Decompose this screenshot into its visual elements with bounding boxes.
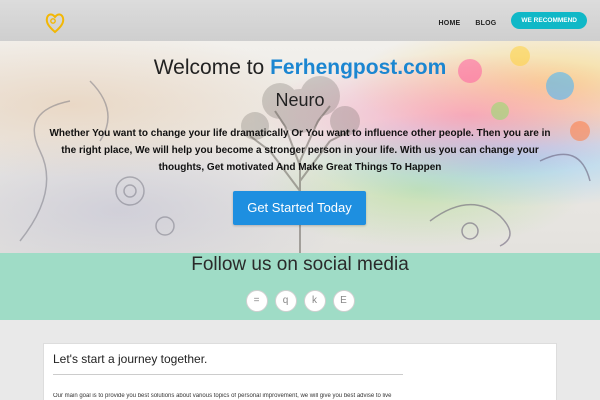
nav-blog-link[interactable]: BLOG — [475, 20, 496, 27]
card-divider — [53, 374, 403, 375]
social-icon-3[interactable]: k — [303, 290, 326, 312]
nav-menu: HOME BLOG WE RECOMMEND — [439, 12, 587, 29]
social-title: Follow us on social media — [191, 254, 409, 275]
social-icon-4[interactable]: E — [332, 290, 355, 312]
hero-subtitle: Neuro — [275, 90, 325, 110]
social-icon-1[interactable]: = — [245, 290, 268, 312]
hero-title-brand: Ferhengpost.com — [270, 56, 447, 79]
journey-card: Let's start a journey together. Our main… — [43, 343, 557, 400]
we-recommend-button[interactable]: WE RECOMMEND — [511, 12, 587, 29]
social-section: Follow us on social media = q k E — [0, 253, 600, 320]
card-title: Let's start a journey together. — [53, 352, 208, 366]
get-started-button[interactable]: Get Started Today — [233, 191, 366, 225]
social-icons-row: = q k E — [0, 290, 600, 312]
card-text: Our main goal is to provide you best sol… — [53, 393, 392, 399]
hero-title: Welcome to Ferhengpost.com — [0, 56, 600, 80]
hero-description: Whether You want to change your life dra… — [49, 128, 551, 173]
heart-bulb-logo-icon[interactable] — [44, 11, 66, 35]
hero-title-prefix: Welcome to — [153, 56, 265, 79]
top-navbar: HOME BLOG WE RECOMMEND — [0, 0, 600, 41]
hero-section: Welcome to Ferhengpost.com Neuro Whether… — [0, 41, 600, 253]
social-icon-2[interactable]: q — [274, 290, 297, 312]
nav-home-link[interactable]: HOME — [439, 20, 461, 27]
